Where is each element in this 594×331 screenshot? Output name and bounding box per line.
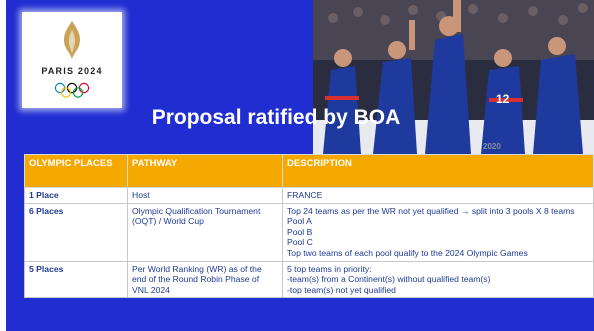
paris-2024-logo: PARIS 2024 [22, 12, 122, 108]
description-cell: 5 top teams in priority: -team(s) from a… [282, 260, 594, 299]
description-line: -team(s) from a Continent(s) without qua… [287, 274, 491, 285]
flame-icon [63, 21, 81, 59]
slide-title: Proposal ratified by BOA [151, 106, 401, 129]
pathway-cell: Host [127, 187, 283, 204]
places-cell: 5 Places [24, 260, 128, 299]
qualification-table: OLYMPIC PLACES PATHWAY DESCRIPTION 1 Pla… [24, 154, 594, 299]
logo-text: PARIS 2024 [41, 66, 103, 76]
table-row: 1 Place Host FRANCE [24, 187, 594, 204]
pathway-cell: Per World Ranking (WR) as of the end of … [127, 260, 283, 299]
description-cell: Top 24 teams as per the WR not yet quali… [282, 202, 594, 262]
description-cell: FRANCE [282, 187, 594, 204]
jersey-number: 12 [496, 92, 510, 106]
header-description: DESCRIPTION [282, 154, 594, 188]
header-olympic-places: OLYMPIC PLACES [24, 154, 128, 188]
table-row: 5 Places Per World Ranking (WR) as of th… [24, 260, 594, 299]
photo-year-text: 2020 [483, 142, 501, 151]
table-row: 6 Places Olympic Qualification Tournamen… [24, 202, 594, 262]
description-line: 5 top teams in priority: [287, 263, 372, 274]
description-line: Pool C [287, 237, 313, 248]
table-header-row: OLYMPIC PLACES PATHWAY DESCRIPTION [24, 154, 594, 188]
description-line: Pool B [287, 226, 313, 237]
header-pathway: PATHWAY [127, 154, 283, 188]
description-line: FRANCE [287, 190, 323, 200]
olympic-rings-icon [54, 82, 90, 98]
description-line: Top two teams of each pool qualify to th… [287, 247, 528, 258]
description-line: Pool A [287, 216, 312, 227]
slide: PARIS 2024 12 2020 Proposal ratified by … [6, 0, 594, 331]
description-line: Top 24 teams as per the WR not yet quali… [287, 205, 575, 216]
places-cell: 1 Place [24, 187, 128, 204]
places-cell: 6 Places [24, 202, 128, 262]
description-line: -top team(s) not yet qualified [287, 284, 396, 295]
team-celebration-photo: 12 2020 [313, 0, 594, 154]
pathway-cell: Olympic Qualification Tournament (OQT) /… [127, 202, 283, 262]
